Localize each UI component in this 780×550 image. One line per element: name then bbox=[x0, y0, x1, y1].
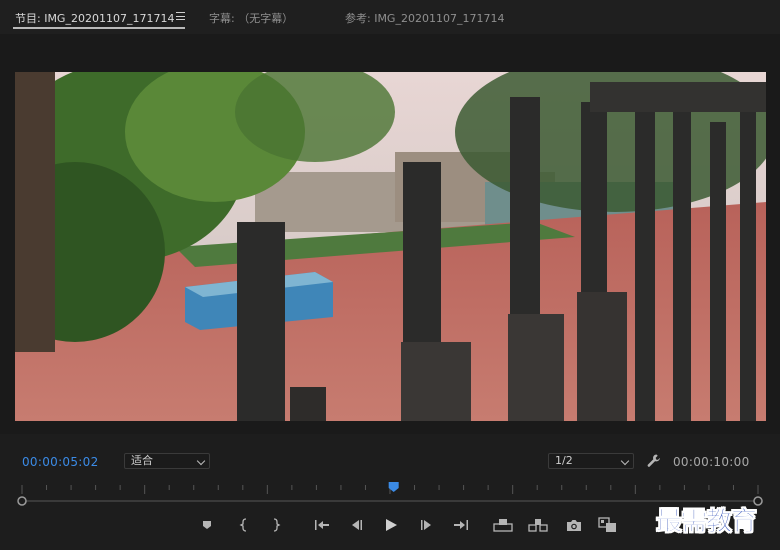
tab-program[interactable]: 节目: IMG_20201107_171714 bbox=[15, 10, 174, 26]
play-icon bbox=[386, 519, 397, 531]
tab-reference[interactable]: 参考: IMG_20201107_171714 bbox=[345, 10, 504, 26]
video-frame[interactable] bbox=[15, 72, 766, 421]
wrench-icon[interactable] bbox=[646, 453, 662, 469]
marker-icon bbox=[203, 521, 211, 529]
playback-resolution-select[interactable]: 1/2 bbox=[548, 453, 634, 469]
video-frame-image bbox=[15, 72, 766, 421]
time-ruler[interactable] bbox=[15, 478, 765, 506]
comparison-view-button[interactable] bbox=[597, 514, 619, 536]
mark-in-button[interactable] bbox=[233, 514, 255, 536]
mark-out-icon bbox=[273, 518, 281, 532]
lift-icon bbox=[493, 519, 513, 532]
go-to-out-icon bbox=[454, 520, 468, 530]
add-marker-button[interactable] bbox=[196, 514, 218, 536]
extract-icon bbox=[528, 519, 548, 532]
panel-tab-bar: 节目: IMG_20201107_171714 字幕: （无字幕） 参考: IM… bbox=[0, 0, 780, 34]
chevron-down-icon bbox=[620, 456, 630, 466]
lift-button[interactable] bbox=[492, 514, 514, 536]
step-back-icon bbox=[352, 520, 362, 530]
step-forward-button[interactable] bbox=[416, 514, 438, 536]
step-forward-icon bbox=[421, 520, 431, 530]
tab-captions[interactable]: 字幕: （无字幕） bbox=[209, 10, 293, 26]
comparison-view-icon bbox=[598, 517, 616, 532]
zoom-level-value: 适合 bbox=[131, 454, 153, 467]
play-button[interactable] bbox=[380, 514, 402, 536]
go-to-in-icon bbox=[315, 520, 329, 530]
zoom-start-handle[interactable] bbox=[17, 496, 27, 506]
duration-timecode: 00:00:10:00 bbox=[673, 455, 750, 469]
mark-out-button[interactable] bbox=[265, 514, 287, 536]
hamburger-menu-icon[interactable] bbox=[176, 12, 185, 20]
go-to-in-button[interactable] bbox=[311, 514, 333, 536]
mark-in-icon bbox=[239, 518, 247, 532]
camera-icon bbox=[567, 519, 581, 531]
current-timecode[interactable]: 00:00:05:02 bbox=[22, 455, 99, 469]
active-tab-underline bbox=[13, 27, 185, 29]
export-frame-button[interactable] bbox=[563, 514, 585, 536]
zoom-level-select[interactable]: 适合 bbox=[124, 453, 210, 469]
chevron-down-icon bbox=[196, 456, 206, 466]
go-to-out-button[interactable] bbox=[450, 514, 472, 536]
extract-button[interactable] bbox=[527, 514, 549, 536]
watermark-logo: 最需教育 bbox=[656, 507, 758, 538]
step-back-button[interactable] bbox=[345, 514, 367, 536]
playback-resolution-value: 1/2 bbox=[555, 454, 573, 467]
